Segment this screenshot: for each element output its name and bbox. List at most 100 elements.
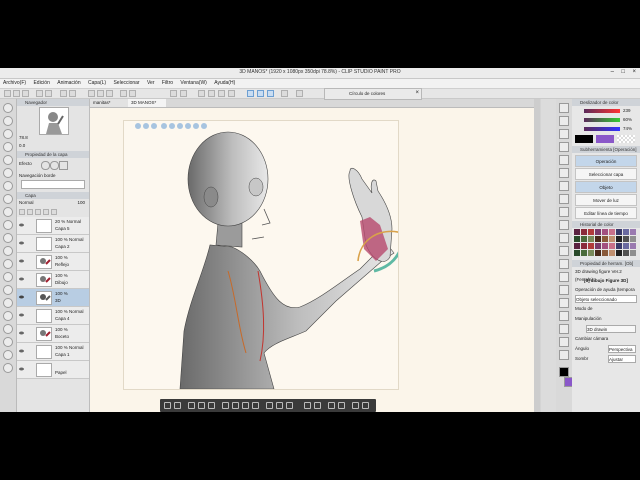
figure-tool-icon[interactable] [559, 298, 569, 308]
correct-line-tool-icon[interactable] [3, 363, 13, 373]
canvas-page[interactable] [123, 120, 406, 390]
color-history-swatch[interactable] [581, 243, 587, 249]
effect-buttons[interactable] [41, 161, 81, 170]
color-history-swatch[interactable] [623, 243, 629, 249]
canvas-area[interactable]: manitas* 3D MANOS* [90, 99, 534, 412]
register-icon[interactable] [352, 402, 359, 409]
color-history-swatch[interactable] [574, 236, 580, 242]
pencil-tool-icon[interactable] [559, 194, 569, 204]
new-layer-icon[interactable] [19, 209, 25, 215]
color-icon[interactable] [228, 90, 235, 97]
airbrush-tool-icon[interactable] [559, 220, 569, 230]
eraser-tool-icon[interactable] [559, 246, 569, 256]
render-dropdown[interactable] [21, 180, 85, 189]
zoom-in-icon[interactable] [242, 402, 249, 409]
menu-filtro[interactable]: Filtro [162, 79, 173, 88]
mask-icon[interactable] [35, 209, 41, 215]
color-history-swatch[interactable] [588, 250, 594, 256]
sub-tool-move-light[interactable]: Mover de luz [575, 194, 637, 206]
blend-tool-icon[interactable] [3, 259, 13, 269]
operation-assist-label[interactable]: Operación de ayuda (tempora [575, 286, 637, 294]
menu-ver[interactable]: Ver [147, 79, 155, 88]
layer-row[interactable]: 100 % Normal Capa 4 [17, 307, 89, 325]
layer-row[interactable]: 20 % Normal Capa 5 [17, 217, 89, 235]
angle-dropdown[interactable]: Perspectiva [608, 345, 636, 353]
color-history-swatch[interactable] [630, 243, 636, 249]
figure-tool-icon[interactable] [3, 298, 13, 308]
sync-icon[interactable] [180, 90, 187, 97]
anchor-icon[interactable] [208, 402, 215, 409]
color-history-swatch[interactable] [623, 236, 629, 242]
navigator-zoom[interactable]: 78.8 [19, 135, 28, 140]
pen-tool-icon[interactable] [3, 181, 13, 191]
pencil-tool-icon[interactable] [3, 194, 13, 204]
color-history-swatch[interactable] [595, 236, 601, 242]
color-history-swatch[interactable] [588, 243, 594, 249]
operation-tool-icon[interactable] [559, 129, 569, 139]
color-history-swatch[interactable] [623, 229, 629, 235]
deselect-icon[interactable] [88, 90, 95, 97]
color-history-swatch[interactable] [574, 250, 580, 256]
sub-tool-object[interactable]: Objeto [575, 181, 637, 193]
green-value[interactable]: 60% [623, 117, 632, 122]
brush-tool-icon[interactable] [559, 207, 569, 217]
change-camera-toggle[interactable]: Cambiar cámara [575, 335, 637, 343]
snap-icon[interactable] [129, 90, 136, 97]
sub-tool-select-layer[interactable]: Seleccionar capa [575, 168, 637, 180]
move-layer-tool-icon[interactable] [3, 129, 13, 139]
close-icon[interactable]: × [632, 69, 636, 75]
menu-ayuda[interactable]: Ayuda(H) [214, 79, 235, 88]
camera-icon[interactable] [188, 402, 195, 409]
eye-icon[interactable] [19, 259, 24, 263]
color-history-swatch[interactable] [588, 236, 594, 242]
navigator-tab[interactable]: Navegador [17, 99, 89, 106]
eye-icon[interactable] [19, 331, 24, 335]
merge-icon[interactable] [43, 209, 49, 215]
main-color-swatch[interactable] [559, 367, 569, 377]
menu-archivo[interactable]: Archivo(F) [3, 79, 26, 88]
red-value[interactable]: 239 [623, 108, 631, 113]
sub-tool-edit-timeline[interactable]: Editar línea de tiempo [575, 207, 637, 219]
main-color-chip[interactable] [575, 135, 593, 143]
color-history-swatch[interactable] [616, 243, 622, 249]
eye-icon[interactable] [19, 367, 24, 371]
menu-capa[interactable]: Capa(L) [88, 79, 106, 88]
layer-tab[interactable]: Capa [17, 192, 89, 199]
lock-icon[interactable] [328, 402, 335, 409]
color-history-swatch[interactable] [602, 229, 608, 235]
color-history-swatch[interactable] [595, 243, 601, 249]
color-history-swatch[interactable] [609, 236, 615, 242]
blend-mode[interactable]: Normal [19, 200, 34, 205]
eye-icon[interactable] [19, 223, 24, 227]
eye-icon[interactable] [19, 349, 24, 353]
new-folder-icon[interactable] [27, 209, 33, 215]
shadow-dropdown[interactable]: Ajustar [608, 355, 636, 363]
airbrush-tool-icon[interactable] [3, 220, 13, 230]
eye-icon[interactable] [19, 241, 24, 245]
color-history-swatch[interactable] [581, 236, 587, 242]
fill-tool-icon[interactable] [3, 272, 13, 282]
layer-row[interactable]: 100 % Reflejo [17, 253, 89, 271]
red-slider[interactable] [584, 109, 620, 113]
color-history-swatch[interactable] [616, 236, 622, 242]
balloon-tool-icon[interactable] [3, 350, 13, 360]
color-history-swatch[interactable] [623, 250, 629, 256]
more-icon[interactable] [362, 402, 369, 409]
blue-slider[interactable] [584, 127, 620, 131]
selection-tool-icon[interactable] [3, 142, 13, 152]
floor-icon[interactable] [266, 402, 273, 409]
close-icon[interactable]: × [415, 90, 419, 96]
color-history-swatch[interactable] [595, 250, 601, 256]
navigator-rotation[interactable]: 0.0 [19, 143, 25, 148]
3d-drawing-dropdown[interactable]: 3D drawin [586, 325, 636, 333]
paint-icon[interactable] [208, 90, 215, 97]
menu-ventana[interactable]: Ventana(W) [180, 79, 206, 88]
color-history-swatch[interactable] [581, 250, 587, 256]
eye-icon[interactable] [19, 313, 24, 317]
transparent-chip[interactable] [617, 135, 635, 143]
reset-icon[interactable] [222, 402, 229, 409]
delete-layer-icon[interactable] [51, 209, 57, 215]
transparency-icon[interactable] [198, 90, 205, 97]
blend-tool-icon[interactable] [559, 259, 569, 269]
color-wheel-window[interactable]: Círculo de colores × [324, 88, 422, 100]
